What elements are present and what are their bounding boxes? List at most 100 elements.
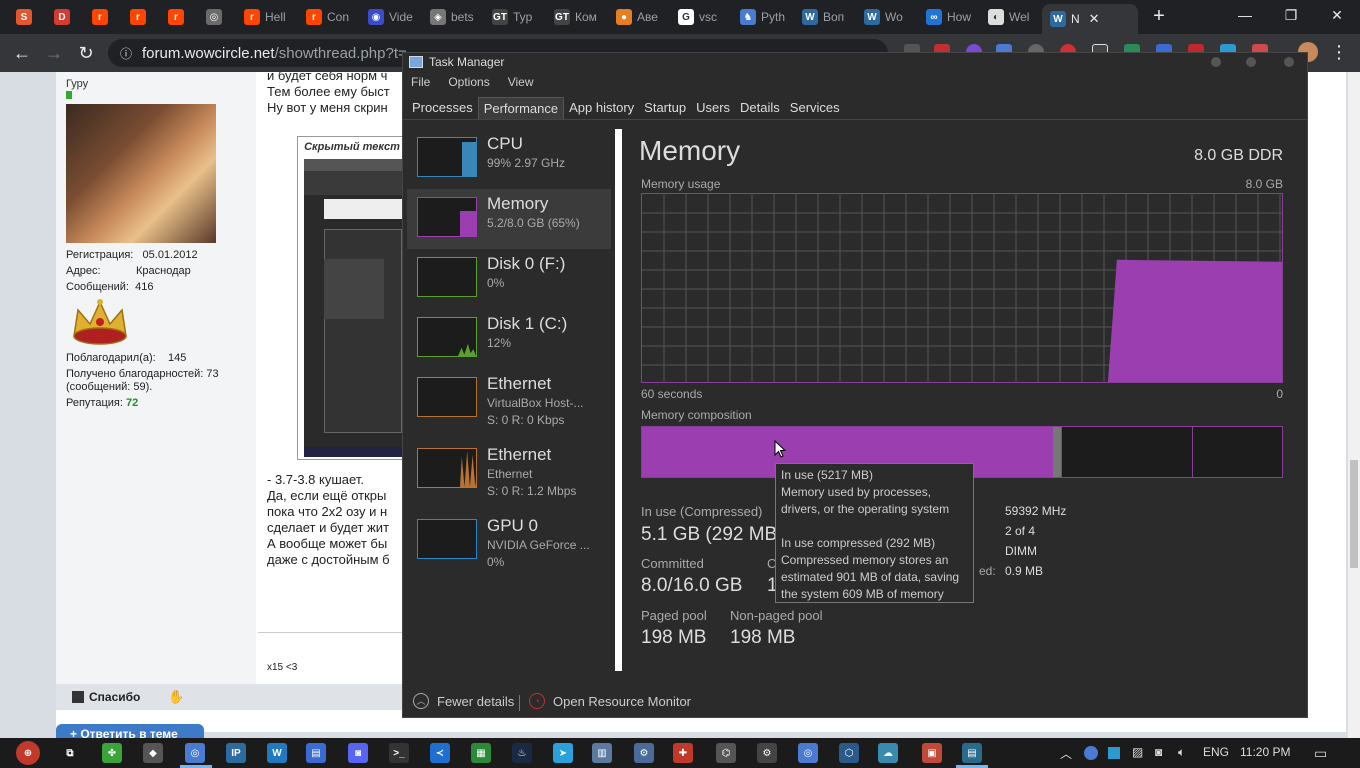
tray-chrome-icon[interactable] (1084, 746, 1098, 760)
resource-item[interactable]: Memory 5.2/8.0 GB (65%) (407, 189, 611, 249)
tab-app-history[interactable]: App history (564, 97, 639, 119)
back-icon[interactable]: ← (10, 42, 34, 64)
msgs-value: 416 (135, 281, 154, 293)
forward-icon[interactable]: → (42, 42, 66, 64)
tab-startup[interactable]: Startup (639, 97, 691, 119)
clover-icon[interactable]: ✤ (102, 743, 122, 763)
handshake-icon[interactable]: ✋ (168, 689, 184, 705)
browser-tab[interactable]: Gvsc (670, 4, 730, 30)
thanks-button[interactable]: Спасибо (72, 690, 140, 704)
screenshot-image[interactable] (304, 159, 408, 457)
tab-users[interactable]: Users (691, 97, 735, 119)
browser-tab[interactable]: D (46, 4, 82, 30)
sidebar-scrollbar[interactable] (615, 129, 622, 671)
resource-item[interactable]: CPU 99% 2.97 GHz (407, 129, 611, 189)
spoiler-box[interactable]: Скрытый текст (297, 136, 408, 460)
start-icon[interactable]: ⊕ (16, 741, 40, 765)
tab-performance[interactable]: Performance (477, 97, 565, 119)
spoiler-title[interactable]: Скрытый текст (298, 141, 406, 153)
tab-services[interactable]: Services (785, 97, 845, 119)
browser-tab[interactable]: S (8, 4, 44, 30)
steam-icon[interactable]: ♨ (512, 743, 532, 763)
browser-tab[interactable]: ◉ Vide (360, 4, 420, 30)
resource-item[interactable]: Ethernet Ethernet S: 0 R: 1.2 Mbps (407, 440, 611, 500)
browser-tab[interactable]: r (122, 4, 158, 30)
tray-expand-icon[interactable]: ︿ (1060, 745, 1072, 762)
user-avatar[interactable] (66, 104, 216, 243)
resource-item[interactable]: GPU 0 NVIDIA GeForce ... 0% (407, 511, 611, 571)
image-icon[interactable]: ▣ (922, 743, 942, 763)
browser-tab[interactable]: r Hell (236, 4, 296, 30)
browser-tab[interactable]: ● Аве (608, 4, 668, 30)
tray-image-icon[interactable]: ▨ (1132, 745, 1143, 759)
fewer-details-button[interactable]: ︿ Fewer details (413, 693, 514, 709)
tm-titlebar[interactable]: Task Manager (403, 53, 1307, 71)
browser-tab[interactable]: r (160, 4, 196, 30)
notes-icon[interactable]: ▥ (592, 743, 612, 763)
chrome2-icon[interactable]: ◎ (798, 743, 818, 763)
resource-item[interactable]: Disk 0 (F:) 0% (407, 249, 611, 309)
browser-tab[interactable]: ◐ Wel (980, 4, 1040, 30)
browser-tab[interactable]: GT Ком (546, 4, 606, 30)
resource-item[interactable]: Disk 1 (C:) 12% (407, 309, 611, 369)
clock[interactable]: 11:20 PM (1240, 745, 1290, 759)
browser-tab[interactable]: ♞ Pyth (732, 4, 792, 30)
restore-button[interactable]: ❐ (1268, 4, 1314, 26)
tray-app-icon[interactable] (1108, 747, 1120, 759)
menu-icon[interactable]: ⋮ (1330, 42, 1348, 63)
task-view-icon[interactable]: ⧉ (60, 743, 80, 763)
menu-options[interactable]: Options (448, 75, 489, 89)
menu-view[interactable]: View (508, 75, 534, 89)
vscode-icon[interactable]: ≺ (430, 743, 450, 763)
menu-file[interactable]: File (411, 75, 430, 89)
taskmgr-icon[interactable]: ▤ (962, 743, 982, 763)
browser-tab[interactable]: r Con (298, 4, 358, 30)
notifications-icon[interactable]: ▭ (1314, 745, 1327, 762)
tm-minimize-button[interactable] (1211, 57, 1221, 67)
language-indicator[interactable]: ENG (1203, 745, 1229, 759)
tab-title: Ком (575, 10, 597, 24)
usb-icon[interactable]: ⌬ (716, 743, 736, 763)
browser-tab[interactable]: ◈ bets (422, 4, 482, 30)
app-icon[interactable]: ◆ (143, 743, 163, 763)
new-tab-button[interactable]: + (1146, 6, 1172, 28)
tab-close-icon[interactable]: ✕ (1089, 11, 1100, 27)
scrollbar-thumb[interactable] (1350, 460, 1358, 568)
tm-close-button[interactable] (1284, 57, 1294, 67)
browser-tab[interactable]: ∞ How (918, 4, 978, 30)
site-info-icon[interactable]: ⓘ (120, 45, 132, 62)
resource-monitor-link[interactable]: ◔ Open Resource Monitor (529, 693, 691, 709)
resource-item[interactable]: Ethernet VirtualBox Host-... S: 0 R: 0 Kbp… (407, 369, 611, 429)
discord-icon[interactable]: ◙ (348, 743, 368, 763)
browser-tab[interactable]: W N ✕ (1042, 4, 1138, 34)
file-icon[interactable]: ▤ (306, 743, 326, 763)
composition-modified[interactable] (1053, 427, 1061, 477)
browser-tab[interactable]: W Wo (856, 4, 916, 30)
box-icon[interactable]: ⬡ (839, 743, 859, 763)
terminal-icon[interactable]: >_ (389, 743, 409, 763)
tooltip-line: In use compressed (292 MB) (781, 536, 936, 550)
browser-tab[interactable]: ◎ (198, 4, 234, 30)
page-scrollbar[interactable] (1348, 72, 1360, 740)
tm-title: Task Manager (429, 55, 505, 69)
reload-icon[interactable]: ↻ (74, 42, 98, 64)
chrome-icon[interactable]: ◎ (185, 743, 205, 763)
close-window-button[interactable]: ✕ (1314, 4, 1360, 26)
ip-icon[interactable]: IP (226, 743, 246, 763)
colorful-icon[interactable]: ▦ (471, 743, 491, 763)
telegram-icon[interactable]: ➤ (553, 743, 573, 763)
minimize-button[interactable]: — (1222, 4, 1268, 26)
volume-icon[interactable]: 🔈︎ (1178, 745, 1185, 760)
tray-discord-icon[interactable]: ◙ (1155, 745, 1162, 759)
browser-tab[interactable]: W Воп (794, 4, 854, 30)
gear-alt-icon[interactable]: ⚙ (634, 743, 654, 763)
settings-icon[interactable]: ⚙ (757, 743, 777, 763)
redapp-icon[interactable]: ✚ (673, 743, 693, 763)
cloud-icon[interactable]: ☁ (878, 743, 898, 763)
w-icon[interactable]: W (267, 743, 287, 763)
tab-details[interactable]: Details (735, 97, 785, 119)
browser-tab[interactable]: r (84, 4, 120, 30)
tab-processes[interactable]: Processes (407, 97, 478, 119)
browser-tab[interactable]: GT Typ (484, 4, 544, 30)
tm-maximize-button[interactable] (1246, 57, 1256, 67)
